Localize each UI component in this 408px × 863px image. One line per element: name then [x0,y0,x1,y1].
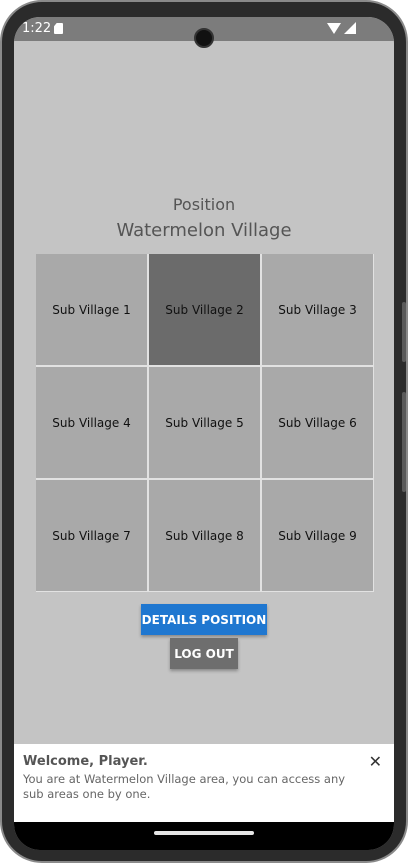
sub-village-label: Sub Village 4 [52,415,131,430]
sub-village-cell-7[interactable]: Sub Village 7 [36,480,147,591]
welcome-toast: Welcome, Player. You are at Watermelon V… [14,744,394,822]
front-camera [194,28,214,48]
close-icon[interactable]: ✕ [369,754,382,770]
sub-village-label: Sub Village 9 [278,528,357,543]
device-frame: 1:22 Position Watermelon Village Sub Vil… [0,0,408,863]
navigation-bar [14,822,394,850]
sub-village-grid: Sub Village 1 Sub Village 2 Sub Village … [36,254,374,592]
sub-village-label: Sub Village 6 [278,415,357,430]
sub-village-cell-6[interactable]: Sub Village 6 [262,367,373,478]
log-out-button[interactable]: LOG OUT [170,638,238,669]
sub-village-cell-5[interactable]: Sub Village 5 [149,367,260,478]
signal-icon [344,22,356,34]
volume-button [402,392,406,492]
details-position-button[interactable]: DETAILS POSITION [141,604,267,635]
wifi-icon [327,23,341,34]
sub-village-cell-4[interactable]: Sub Village 4 [36,367,147,478]
sub-village-label: Sub Village 1 [52,302,131,317]
screen: 1:22 Position Watermelon Village Sub Vil… [14,17,394,850]
sub-village-cell-8[interactable]: Sub Village 8 [149,480,260,591]
village-title: Watermelon Village [116,220,292,241]
power-button [402,302,406,362]
status-time: 1:22 [22,21,52,36]
sub-village-cell-3[interactable]: Sub Village 3 [262,254,373,365]
sub-village-cell-2[interactable]: Sub Village 2 [149,254,260,365]
home-gesture-handle[interactable] [154,831,254,835]
position-label: Position [172,195,236,214]
sub-village-cell-9[interactable]: Sub Village 9 [262,480,373,591]
sub-village-label: Sub Village 8 [165,528,244,543]
sub-village-label: Sub Village 3 [278,302,357,317]
toast-message: You are at Watermelon Village area, you … [23,772,346,801]
sd-card-icon [54,23,63,34]
sub-village-label: Sub Village 5 [165,415,244,430]
sub-village-label: Sub Village 7 [52,528,131,543]
toast-title: Welcome, Player. [23,754,148,769]
sub-village-cell-1[interactable]: Sub Village 1 [36,254,147,365]
sub-village-label: Sub Village 2 [165,302,244,317]
